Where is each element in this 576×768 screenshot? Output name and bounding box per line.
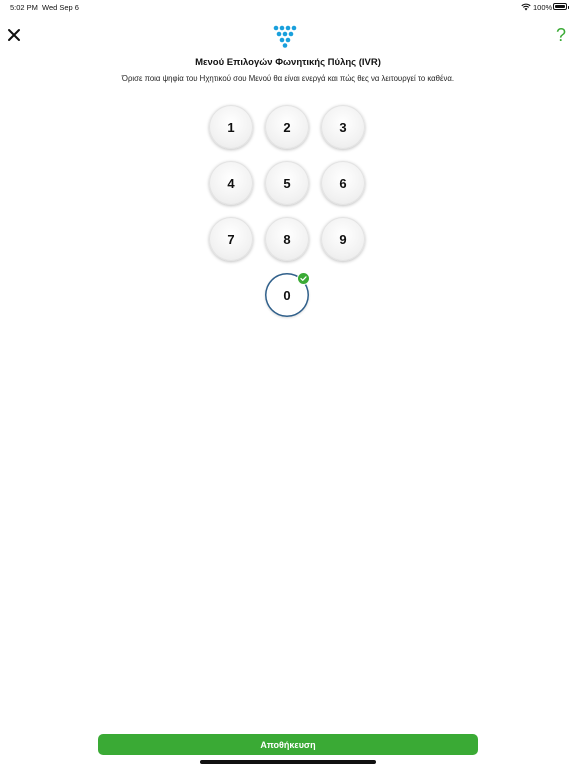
close-icon[interactable] [6,27,22,43]
keypad-logo-icon [273,25,297,48]
key-5[interactable]: 5 [265,161,309,205]
battery-icon [553,3,569,10]
check-icon [297,272,310,285]
key-9[interactable]: 9 [321,217,365,261]
battery-percent: 100% [533,3,553,12]
save-button[interactable]: Αποθήκευση [98,734,478,755]
home-indicator [200,760,376,764]
key-6[interactable]: 6 [321,161,365,205]
status-bar: 5:02 PM Wed Sep 6 100% [0,0,576,14]
page-title: Μενού Επιλογών Φωνητικής Πύλης (IVR) [195,57,381,68]
key-3[interactable]: 3 [321,105,365,149]
key-2[interactable]: 2 [265,105,309,149]
status-time: 5:02 PM [10,3,38,12]
page-subtitle: Όρισε ποια ψηφία του Ηχητικού σου Μενού … [121,74,455,83]
key-7[interactable]: 7 [209,217,253,261]
wifi-icon [521,3,531,11]
help-button[interactable]: ? [552,25,570,45]
status-date: Wed Sep 6 [42,3,79,12]
key-8[interactable]: 8 [265,217,309,261]
key-1[interactable]: 1 [209,105,253,149]
key-4[interactable]: 4 [209,161,253,205]
